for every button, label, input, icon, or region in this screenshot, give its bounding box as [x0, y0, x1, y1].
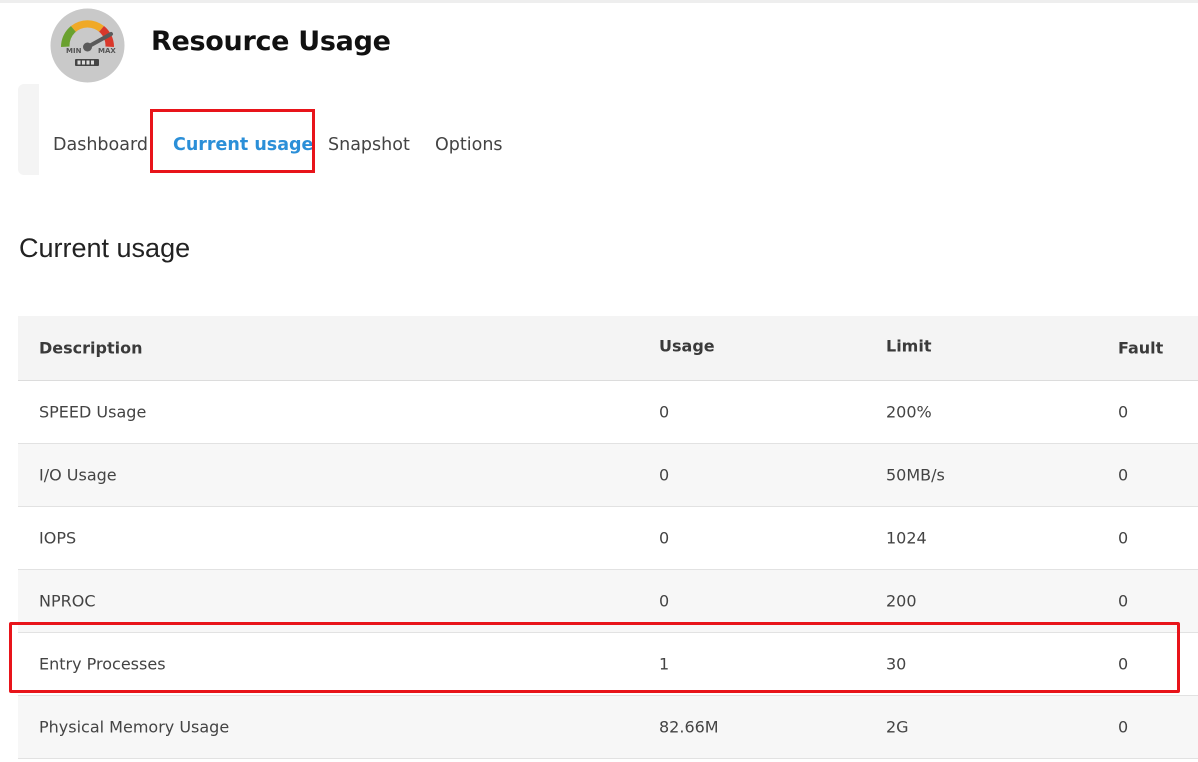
svg-text:MIN: MIN	[66, 47, 82, 55]
cell-fault: 0	[1118, 591, 1129, 611]
tab-snapshot[interactable]: Snapshot	[328, 135, 410, 155]
column-header-usage[interactable]: Usage	[659, 337, 715, 356]
cell-limit: 200	[886, 591, 917, 611]
cell-description: IOPS	[39, 528, 77, 548]
speedometer-gauge-icon: MIN MAX	[50, 8, 125, 83]
cell-usage: 0	[659, 528, 670, 548]
cell-fault: 0	[1118, 465, 1129, 485]
column-header-description[interactable]: Description	[39, 339, 142, 358]
cell-usage: 0	[659, 465, 670, 485]
cell-fault: 0	[1118, 528, 1129, 548]
tab-highlight-box	[150, 109, 315, 173]
cell-usage: 0	[659, 402, 670, 422]
tab-bar	[18, 84, 39, 175]
cell-usage: 0	[659, 591, 670, 611]
cell-description: Physical Memory Usage	[39, 717, 230, 737]
cell-fault: 0	[1118, 402, 1129, 422]
svg-text:MAX: MAX	[98, 47, 116, 55]
cell-description: NPROC	[39, 591, 96, 611]
cell-limit: 2G	[886, 717, 909, 737]
tab-dashboard[interactable]: Dashboard	[53, 135, 148, 155]
row-highlight-box	[9, 622, 1180, 693]
cell-usage: 82.66M	[659, 717, 719, 737]
cell-limit: 50MB/s	[886, 465, 945, 485]
page-title: Resource Usage	[151, 26, 391, 57]
table-header-row: Description Usage Limit Fault	[18, 316, 1198, 381]
table-row: Physical Memory Usage 82.66M 2G 0	[18, 696, 1198, 759]
cell-description: SPEED Usage	[39, 402, 147, 422]
column-header-limit[interactable]: Limit	[886, 337, 931, 356]
table-row: IOPS 0 1024 0	[18, 507, 1198, 570]
table-row: I/O Usage 0 50MB/s 0	[18, 444, 1198, 507]
cell-limit: 200%	[886, 402, 932, 422]
tab-options[interactable]: Options	[435, 135, 503, 155]
cell-fault: 0	[1118, 717, 1129, 737]
cell-description: I/O Usage	[39, 465, 117, 485]
column-header-fault[interactable]: Fault	[1118, 339, 1163, 358]
top-divider	[0, 0, 1198, 3]
table-row: SPEED Usage 0 200% 0	[18, 381, 1198, 444]
cell-limit: 1024	[886, 528, 927, 548]
section-title: Current usage	[19, 233, 191, 263]
